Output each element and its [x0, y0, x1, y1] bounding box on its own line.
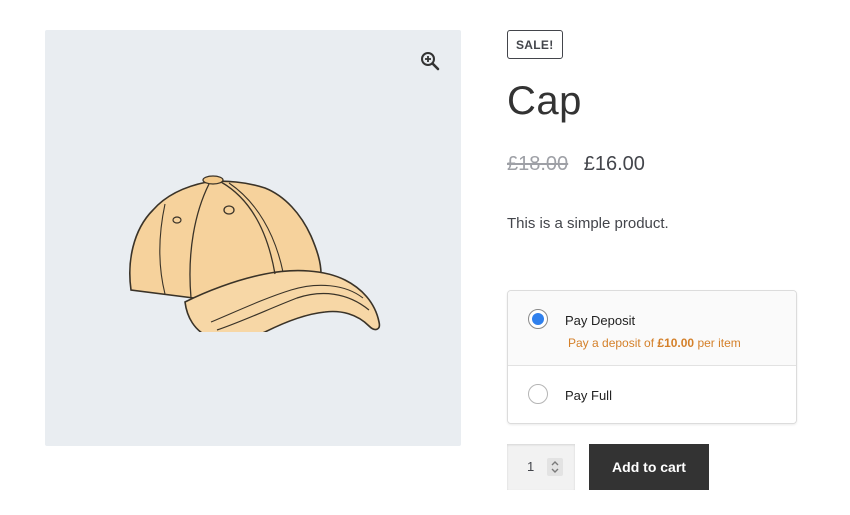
pay-full-label: Pay Full [565, 388, 612, 403]
product-gallery [45, 30, 461, 446]
price: £18.00 £16.00 [507, 151, 797, 177]
add-to-cart-button[interactable]: Add to cart [589, 444, 709, 490]
product-image-cap[interactable] [125, 152, 385, 341]
quantity-value[interactable]: 1 [527, 459, 534, 474]
pay-deposit-radio[interactable] [528, 309, 548, 329]
quantity-input[interactable]: 1 [507, 444, 575, 490]
deposit-note: Pay a deposit of £10.00 per item [568, 336, 741, 350]
quantity-stepper[interactable] [547, 458, 563, 476]
deposit-note-prefix: Pay a deposit of [568, 336, 655, 350]
sale-price: £16.00 [583, 153, 645, 175]
deposit-amount: £10.00 [657, 336, 695, 350]
pay-deposit-label: Pay Deposit [565, 313, 636, 328]
pay-full-radio[interactable] [528, 384, 548, 404]
product-title: Cap [507, 79, 582, 123]
zoom-in-icon[interactable] [419, 50, 441, 72]
sale-badge: SALE! [507, 30, 563, 59]
regular-price: £18.00 [507, 153, 569, 175]
short-description: This is a simple product. [507, 215, 669, 232]
deposit-note-suffix: per item [697, 336, 741, 350]
payment-options: Pay Deposit Pay a deposit of £10.00 per … [507, 290, 797, 424]
pay-full-option[interactable]: Pay Full [508, 366, 796, 423]
product-summary: SALE! Cap £18.00 £16.00 This is a simple… [507, 30, 797, 232]
pay-deposit-option[interactable]: Pay Deposit Pay a deposit of £10.00 per … [508, 291, 796, 366]
